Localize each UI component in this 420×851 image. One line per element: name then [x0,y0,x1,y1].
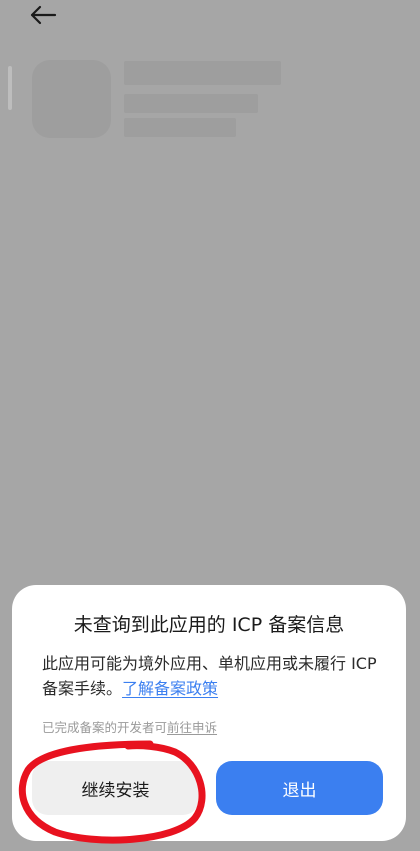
scrollbar [8,66,12,110]
developer-note: 已完成备案的开发者可前往申诉 [42,717,217,736]
app-info-placeholder [124,118,236,137]
continue-install-button[interactable]: 继续安装 [32,761,199,815]
app-name-placeholder [124,61,281,85]
icp-warning-dialog: 未查询到此应用的 ICP 备案信息 此应用可能为境外应用、单机应用或未履行 IC… [12,585,406,841]
dialog-title: 未查询到此应用的 ICP 备案信息 [73,614,345,636]
app-icon-placeholder [32,60,111,138]
developer-note-text: 已完成备案的开发者可 [42,720,168,735]
back-button[interactable] [26,2,60,28]
appeal-link[interactable]: 前往申诉 [167,720,217,735]
exit-button[interactable]: 退出 [216,761,383,815]
dialog-body: 此应用可能为境外应用、单机应用或未履行 ICP 备案手续。了解备案政策 [42,651,382,701]
learn-policy-link[interactable]: 了解备案政策 [122,679,218,698]
arrow-left-icon [30,5,57,25]
app-info-placeholder [124,94,258,113]
